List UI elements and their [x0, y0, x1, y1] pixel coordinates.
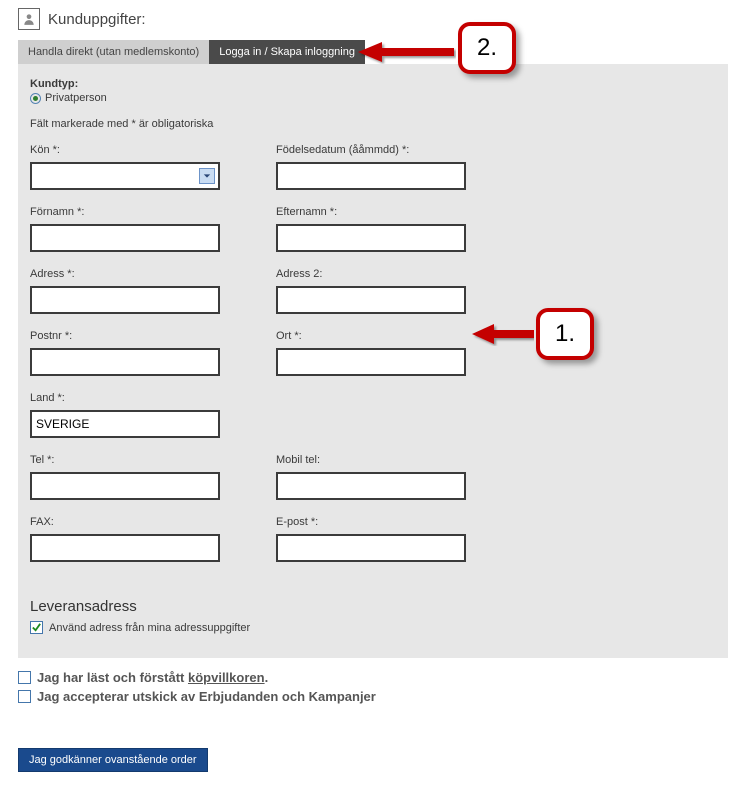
required-hint: Fält markerade med * är obligatoriska: [30, 118, 716, 130]
input-ort[interactable]: [276, 348, 466, 376]
checkbox-use-address[interactable]: [30, 621, 43, 634]
label-postnr: Postnr *:: [30, 330, 276, 342]
label-mobil: Mobil tel:: [276, 454, 522, 466]
label-adress: Adress *:: [30, 268, 276, 280]
offers-text: Jag accepterar utskick av Erbjudanden oc…: [37, 689, 376, 704]
leverans-title: Leveransadress: [30, 598, 716, 615]
input-fax[interactable]: [30, 534, 220, 562]
label-epost: E-post *:: [276, 516, 522, 528]
person-icon: [18, 8, 40, 30]
input-adress2[interactable]: [276, 286, 466, 314]
label-efternamn: Efternamn *:: [276, 206, 522, 218]
input-postnr[interactable]: [30, 348, 220, 376]
label-land: Land *:: [30, 392, 276, 404]
select-kon[interactable]: [30, 162, 220, 190]
input-epost[interactable]: [276, 534, 466, 562]
annotation-callout-2: 2.: [458, 22, 516, 74]
label-adress2: Adress 2:: [276, 268, 522, 280]
tab-login[interactable]: Logga in / Skapa inloggning: [209, 40, 365, 64]
terms-text: Jag har läst och förstått köpvillkoren.: [37, 670, 268, 685]
input-land[interactable]: [30, 410, 220, 438]
radio-privatperson[interactable]: [30, 93, 41, 104]
form-panel: Kundtyp: Privatperson Fält markerade med…: [18, 64, 728, 658]
annotation-callout-1: 1.: [536, 308, 594, 360]
chevron-down-icon: [199, 168, 215, 184]
page-title: Kunduppgifter:: [48, 11, 146, 28]
label-kon: Kön *:: [30, 144, 276, 156]
input-fornamn[interactable]: [30, 224, 220, 252]
checkbox-use-address-label: Använd adress från mina adressuppgifter: [49, 622, 250, 634]
input-adress[interactable]: [30, 286, 220, 314]
tab-direct[interactable]: Handla direkt (utan medlemskonto): [18, 40, 209, 64]
annotation-arrow-2: [358, 40, 456, 64]
label-fodelsedatum: Födelsedatum (ååmmdd) *:: [276, 144, 522, 156]
label-fax: FAX:: [30, 516, 276, 528]
label-fornamn: Förnamn *:: [30, 206, 276, 218]
input-fodelsedatum[interactable]: [276, 162, 466, 190]
terms-link[interactable]: köpvillkoren: [188, 670, 265, 685]
annotation-arrow-1: [472, 322, 534, 346]
label-tel: Tel *:: [30, 454, 276, 466]
submit-button[interactable]: Jag godkänner ovanstående order: [18, 748, 208, 772]
checkbox-terms[interactable]: [18, 671, 31, 684]
input-mobil[interactable]: [276, 472, 466, 500]
radio-privatperson-label: Privatperson: [45, 92, 107, 104]
input-tel[interactable]: [30, 472, 220, 500]
kundtyp-label: Kundtyp:: [30, 78, 716, 90]
checkbox-offers[interactable]: [18, 690, 31, 703]
input-efternamn[interactable]: [276, 224, 466, 252]
